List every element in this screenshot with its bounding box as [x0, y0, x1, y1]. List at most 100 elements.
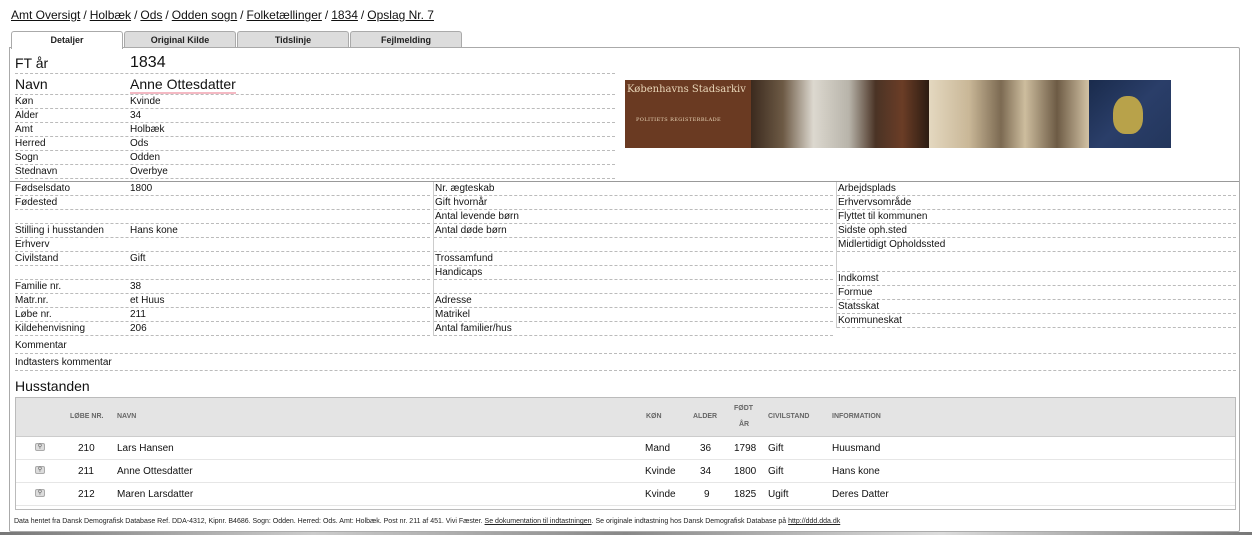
empty-row: [15, 266, 430, 280]
field-label: Indkomst: [838, 273, 879, 284]
amt-value: Holbæk: [130, 124, 165, 135]
col-header-civilstand[interactable]: CIVILSTAND: [768, 413, 809, 420]
col-header-information[interactable]: INFORMATION: [832, 413, 881, 420]
cell-navn: Anne Ottesdatter: [117, 466, 193, 477]
field-label: Kommuneskat: [838, 315, 902, 326]
field-label: Handicaps: [435, 267, 483, 278]
field-value: [130, 238, 430, 251]
ft-aar-label: FT år: [15, 55, 49, 71]
field-label: Nr. ægteskab: [435, 183, 495, 194]
amt-label: Amt: [15, 124, 33, 135]
col-header-alder[interactable]: ALDER: [693, 413, 717, 420]
archive-banner[interactable]: Københavns Stadsarkiv POLITIETS REGISTER…: [625, 80, 1171, 148]
cell-information: Huusmand: [832, 443, 881, 454]
field-label: Stilling i husstanden: [15, 225, 104, 236]
herred-label: Herred: [15, 138, 46, 149]
loebe-nr-row: Løbe nr. 211: [15, 308, 430, 322]
banner-subtitle: POLITIETS REGISTERBLADE: [636, 117, 722, 123]
field-value: Hans kone: [130, 225, 178, 236]
documentation-link[interactable]: Se dokumentation til indtastningen: [485, 518, 592, 525]
field-value: et Huus: [130, 295, 165, 306]
details-panel: FT år 1834 Navn Anne Ottesdatter Køn Kvi…: [9, 47, 1240, 532]
stilling-row: Stilling i husstanden Hans kone: [15, 224, 430, 238]
breadcrumb-folketaellinger[interactable]: Folketællinger: [247, 8, 322, 22]
tab-detaljer[interactable]: Detaljer: [11, 31, 123, 49]
field-label: Fødested: [15, 197, 58, 208]
stednavn-value: Overbye: [130, 166, 168, 177]
field-label: Formue: [838, 287, 873, 298]
empty-row: [434, 238, 833, 252]
table-row[interactable]: ⚲ 211 Anne Ottesdatter Kvinde 34 1800 Gi…: [16, 460, 1235, 483]
field-label: Matr.nr.: [15, 295, 49, 306]
sidste-oph-row: Sidste oph.sted: [837, 224, 1236, 238]
field-label: Antal familier/hus: [435, 323, 512, 334]
field-value: [130, 266, 430, 279]
breadcrumb-holbaek[interactable]: Holbæk: [90, 8, 131, 22]
cell-loebe-nr: 212: [78, 489, 95, 500]
indtasters-kommentar-label: Indtasters kommentar: [15, 357, 112, 368]
adresse-row: Adresse: [434, 294, 833, 308]
breadcrumb-ods[interactable]: Ods: [140, 8, 162, 22]
indkomst-row: Indkomst: [837, 272, 1236, 286]
cell-koen: Mand: [645, 443, 671, 454]
cell-navn: Lars Hansen: [117, 443, 174, 454]
breadcrumb-separator: /: [83, 8, 87, 22]
field-label: Trossamfund: [435, 253, 493, 264]
empty-row: [837, 252, 1236, 272]
breadcrumb-odden-sogn[interactable]: Odden sogn: [172, 8, 237, 22]
table-row[interactable]: ⚲ 212 Maren Larsdatter Kvinde 9 1825 Ugi…: [16, 483, 1235, 506]
cell-navn: Maren Larsdatter: [117, 489, 194, 500]
field-label: [838, 252, 1236, 271]
field-label: Løbe nr.: [15, 309, 52, 320]
tab-tidslinje[interactable]: Tidslinje: [237, 31, 349, 48]
magnifier-icon[interactable]: ⚲: [35, 443, 45, 451]
kildehenvisning-row: Kildehenvisning 206: [15, 322, 430, 336]
tab-original-kilde[interactable]: Original Kilde: [124, 31, 236, 48]
col-header-aar[interactable]: ÅR: [739, 421, 749, 428]
cell-civilstand: Gift: [768, 466, 784, 477]
cell-loebe-nr: 211: [78, 466, 94, 477]
breadcrumb-amt-oversigt[interactable]: Amt Oversigt: [11, 8, 80, 22]
kommuneskat-row: Kommuneskat: [837, 314, 1236, 328]
matrikel-row: Matrikel: [434, 308, 833, 322]
field-label: Flyttet til kommunen: [838, 211, 928, 222]
field-label: Midlertidigt Opholdssted: [838, 239, 946, 250]
tab-fejlmelding[interactable]: Fejlmelding: [350, 31, 462, 48]
field-label: Kildehenvisning: [15, 323, 86, 334]
banner-emblem: [1089, 80, 1171, 148]
col-header-foedt[interactable]: FØDT: [734, 405, 753, 412]
footer-text: Data hentet fra Dansk Demografisk Databa…: [14, 518, 483, 525]
field-value: Gift: [130, 253, 146, 264]
magnifier-icon[interactable]: ⚲: [35, 489, 45, 497]
ddd-link[interactable]: http://ddd.dda.dk: [788, 518, 840, 525]
sogn-value: Odden: [130, 152, 161, 163]
cell-civilstand: Gift: [768, 443, 784, 454]
breadcrumb-separator: /: [324, 8, 329, 22]
breadcrumb-opslag[interactable]: Opslag Nr. 7: [367, 8, 434, 22]
trossamfund-row: Trossamfund: [434, 252, 833, 266]
table-row[interactable]: ⚲ 210 Lars Hansen Mand 36 1798 Gift Huus…: [16, 437, 1235, 460]
field-label: Sidste oph.sted: [838, 225, 907, 236]
herred-value: Ods: [130, 138, 149, 149]
household-table: LØBE NR. NAVN KØN ALDER FØDT ÅR CIVILSTA…: [15, 397, 1236, 510]
magnifier-icon[interactable]: ⚲: [35, 466, 45, 474]
field-label: Antal døde børn: [435, 225, 507, 236]
col-header-navn[interactable]: NAVN: [117, 413, 136, 420]
col-header-koen[interactable]: KØN: [646, 413, 662, 420]
alder-row: Alder 34: [15, 109, 615, 123]
field-value: 1800: [130, 183, 153, 194]
col-header-loebe-nr[interactable]: LØBE NR.: [70, 413, 103, 420]
cell-foedt: 1825: [734, 489, 757, 500]
field-label: Familie nr.: [15, 281, 62, 292]
ft-aar-value: 1834: [130, 54, 166, 71]
koen-value: Kvinde: [130, 96, 161, 107]
cell-koen: Kvinde: [645, 489, 676, 500]
breadcrumb-separator: /: [360, 8, 365, 22]
breadcrumb-1834[interactable]: 1834: [331, 8, 358, 22]
field-value: 38: [130, 281, 142, 292]
field-label: Adresse: [435, 295, 472, 306]
person-summary: FT år 1834 Navn Anne Ottesdatter Køn Kvi…: [15, 53, 615, 179]
banner-photo-library: [751, 80, 929, 148]
field-label: Erhvervsområde: [838, 197, 912, 208]
sogn-row: Sogn Odden: [15, 151, 615, 165]
